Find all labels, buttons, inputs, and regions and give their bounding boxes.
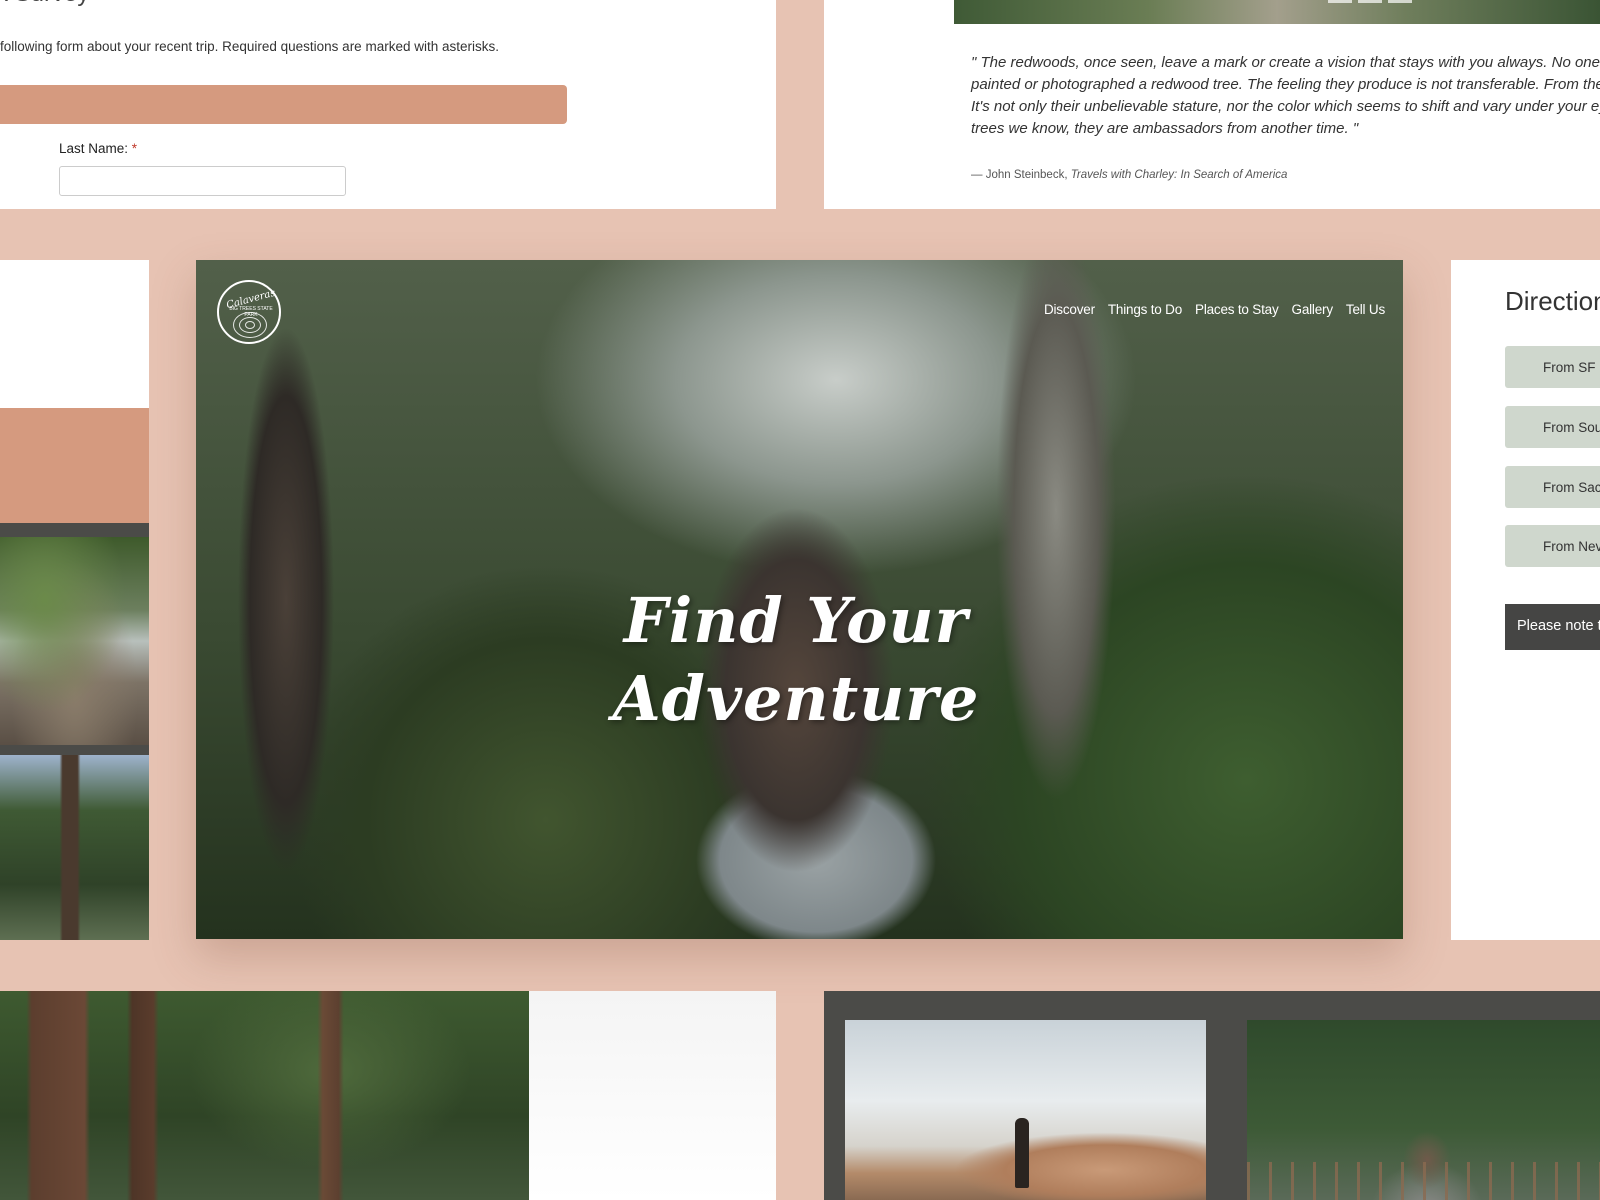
trees-photo[interactable] — [0, 755, 149, 940]
last-name-label: Last Name: * — [59, 141, 137, 156]
last-name-label-text: Last Name: — [59, 141, 129, 156]
nav-places-to-stay[interactable]: Places to Stay — [1195, 302, 1279, 317]
hero-section: Calaveras BIG TREES STATE PARK Discover … — [196, 260, 1403, 939]
survey-panel: k Survey following form about your recen… — [0, 0, 776, 209]
survey-intro: following form about your recent trip. R… — [0, 39, 499, 54]
nav-discover[interactable]: Discover — [1044, 302, 1095, 317]
redwoods-image-panel — [0, 991, 776, 1200]
carousel-dot[interactable] — [1328, 0, 1352, 3]
park-logo[interactable]: Calaveras BIG TREES STATE PARK — [217, 280, 281, 344]
direction-button-sacramento[interactable]: From Sacr — [1505, 466, 1600, 508]
survey-title: k Survey — [0, 0, 89, 8]
main-nav: Discover Things to Do Places to Stay Gal… — [1044, 302, 1385, 317]
quote-author: — John Steinbeck, — [971, 169, 1068, 181]
logo-subtext: BIG TREES STATE PARK — [229, 306, 273, 318]
hero-headline: Find Your Adventure — [496, 582, 1096, 738]
carousel-image — [954, 0, 1600, 24]
carousel-indicators — [1328, 0, 1412, 3]
nav-things-to-do[interactable]: Things to Do — [1108, 302, 1182, 317]
directions-panel: Direction From SF B From Sout From Sacr … — [1451, 260, 1600, 940]
carousel-dot[interactable] — [1358, 0, 1382, 3]
blank-area — [529, 991, 776, 1200]
gallery-panel — [824, 991, 1600, 1200]
directions-note: Please note th — [1505, 604, 1600, 650]
quote-panel: " The redwoods, once seen, leave a mark … — [824, 0, 1600, 209]
bridge-railing — [1247, 1162, 1600, 1200]
hiker-figure — [1015, 1118, 1029, 1188]
headline-line-2: Adventure — [612, 662, 980, 735]
gallery-photo-canyon[interactable] — [845, 1020, 1206, 1200]
left-preview-panel — [0, 260, 149, 940]
quote-citation: — John Steinbeck, Travels with Charley: … — [971, 169, 1287, 181]
quote-text: " The redwoods, once seen, leave a mark … — [971, 54, 1600, 137]
last-name-field[interactable] — [59, 166, 346, 196]
river-photo[interactable] — [0, 537, 149, 745]
survey-section-bar — [0, 85, 567, 124]
nav-gallery[interactable]: Gallery — [1292, 302, 1334, 317]
redwoods-photo — [0, 991, 529, 1200]
required-asterisk: * — [131, 141, 138, 156]
headline-line-1: Find Your — [623, 584, 969, 657]
direction-button-south[interactable]: From Sout — [1505, 406, 1600, 448]
nav-tell-us[interactable]: Tell Us — [1346, 302, 1385, 317]
gallery-photo-bridge[interactable] — [1247, 1020, 1600, 1200]
peach-block — [0, 408, 149, 523]
logo-ring — [245, 321, 255, 329]
direction-button-sf[interactable]: From SF B — [1505, 346, 1600, 388]
carousel-dot[interactable] — [1388, 0, 1412, 3]
directions-title: Direction — [1505, 286, 1600, 316]
quote-source: Travels with Charley: In Search of Ameri… — [1070, 169, 1288, 181]
direction-button-nevada[interactable]: From Neva — [1505, 525, 1600, 567]
